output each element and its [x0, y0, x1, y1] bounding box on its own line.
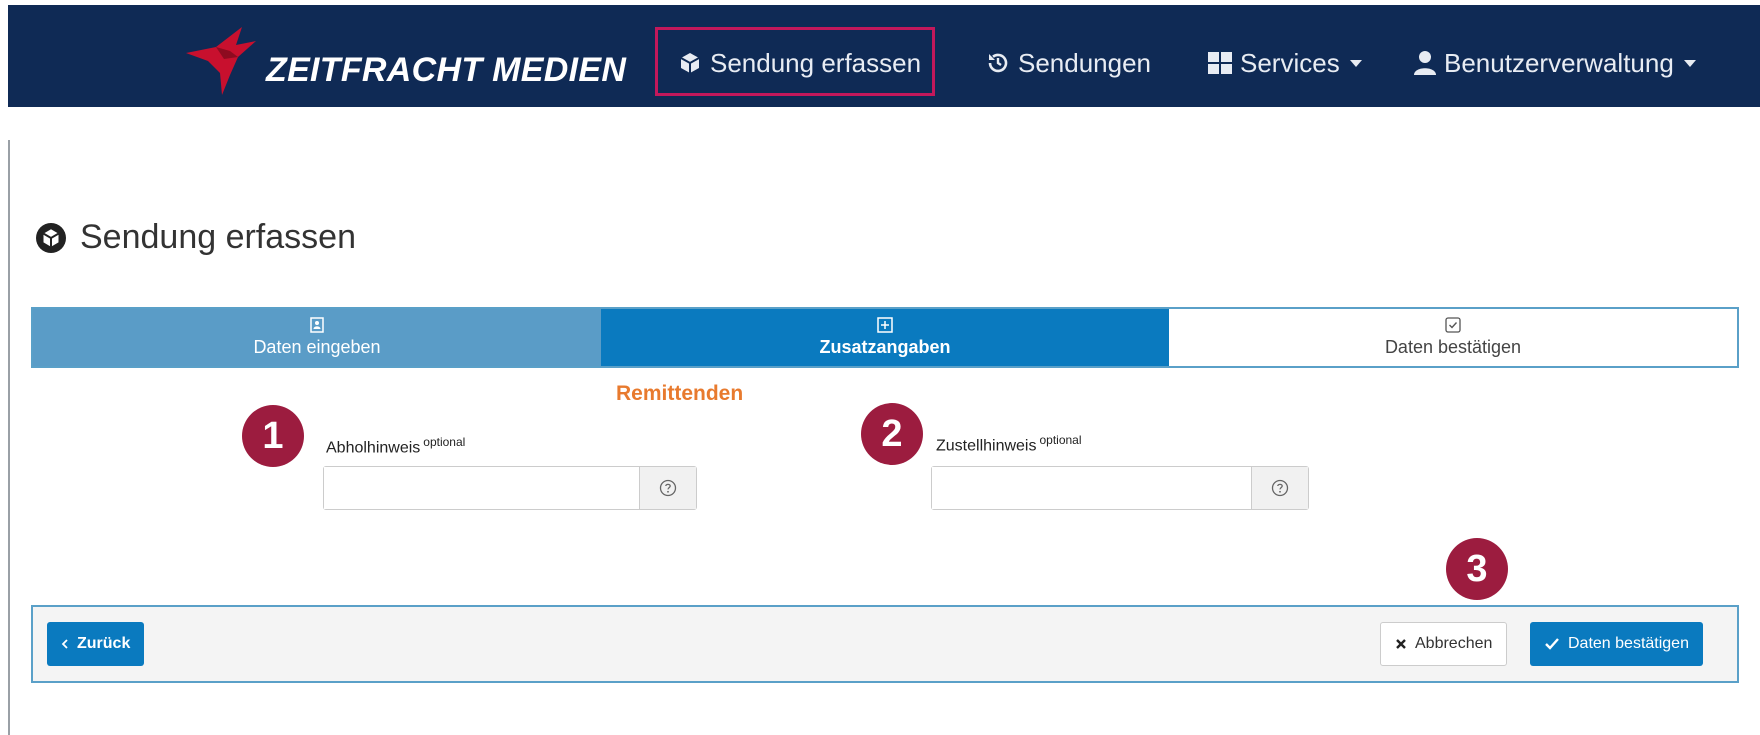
optional-tag: optional	[423, 435, 466, 449]
step-label: Daten bestätigen	[1384, 337, 1522, 357]
pickup-note-group	[323, 466, 697, 510]
nav-item-benutzerverwaltung[interactable]: Benutzerverwaltung	[1414, 43, 1696, 83]
chevron-down-icon	[1683, 59, 1696, 67]
pickup-help-button[interactable]	[639, 467, 696, 509]
brand-name[interactable]: ZEITFRACHT MEDIEN	[266, 51, 626, 90]
section-title: Remittenden	[616, 382, 744, 405]
confirm-data-button[interactable]: Daten bestätigen	[1530, 622, 1703, 666]
question-circle-icon	[659, 479, 677, 497]
optional-tag: optional	[1039, 433, 1082, 447]
nav-item-sendungen[interactable]: Sendungen	[986, 43, 1151, 83]
pickup-note-label: Abholhinweis optional	[326, 435, 465, 457]
delivery-note-label: Zustellhinweis optional	[936, 433, 1082, 455]
nav-item-sendung-erfassen[interactable]: Sendung erfassen	[678, 43, 921, 83]
grid-icon	[1208, 52, 1232, 74]
hummingbird-logo-icon	[186, 27, 256, 95]
close-icon	[1396, 639, 1406, 649]
nav-label: Sendungen	[1018, 48, 1152, 78]
nav-label: Benutzerverwaltung	[1444, 48, 1674, 78]
delivery-note-input[interactable]	[932, 467, 1251, 509]
nav-label: Sendung erfassen	[710, 48, 922, 78]
step-label: Daten eingeben	[253, 337, 381, 357]
step-daten-eingeben[interactable]: Daten eingeben	[33, 309, 601, 366]
pickup-note-label-text: Abholhinweis	[326, 439, 421, 457]
page-title-text: Sendung erfassen	[80, 218, 356, 256]
question-circle-icon	[1271, 479, 1289, 497]
nav-item-services[interactable]: Services	[1208, 43, 1362, 83]
delivery-help-button[interactable]	[1251, 467, 1308, 509]
nav-label: Services	[1240, 48, 1340, 78]
annotation-badge-3: 3	[1446, 538, 1508, 600]
check-square-icon	[1445, 317, 1461, 333]
cancel-button[interactable]: Abbrechen	[1380, 622, 1508, 666]
delivery-note-group	[931, 466, 1309, 510]
step-daten-bestaetigen[interactable]: Daten bestätigen	[1169, 309, 1737, 366]
back-button[interactable]: Zurück	[47, 622, 145, 666]
cube-icon	[680, 53, 700, 73]
step-zusatzangaben[interactable]: Zusatzangaben	[601, 309, 1169, 366]
address-book-icon	[310, 317, 324, 333]
back-button-label: Zurück	[77, 635, 131, 652]
chevron-down-icon	[1349, 59, 1362, 67]
annotation-badge-2: 2	[861, 403, 923, 465]
progress-steps: Daten eingeben Zusatzangaben Daten bestä…	[31, 307, 1739, 368]
delivery-note-label-text: Zustellhinweis	[936, 437, 1037, 455]
cancel-button-label: Abbrechen	[1415, 635, 1493, 652]
annotation-badge-1: 1	[242, 405, 304, 467]
cube-icon	[36, 222, 66, 253]
confirm-button-label: Daten bestätigen	[1568, 635, 1689, 652]
plus-square-icon	[877, 317, 893, 333]
pickup-note-input[interactable]	[324, 467, 639, 509]
history-icon	[988, 53, 1008, 73]
user-icon	[1414, 51, 1436, 75]
chevron-left-icon	[61, 639, 68, 649]
step-label: Zusatzangaben	[819, 337, 951, 357]
page-title: Sendung erfassen	[36, 218, 356, 257]
check-icon	[1545, 638, 1559, 650]
left-border	[8, 140, 10, 735]
top-navbar: ZEITFRACHT MEDIEN Sendung erfassen Sendu…	[8, 5, 1760, 107]
form-actions-bar: Zurück Abbrechen Daten bestätigen	[31, 605, 1739, 683]
